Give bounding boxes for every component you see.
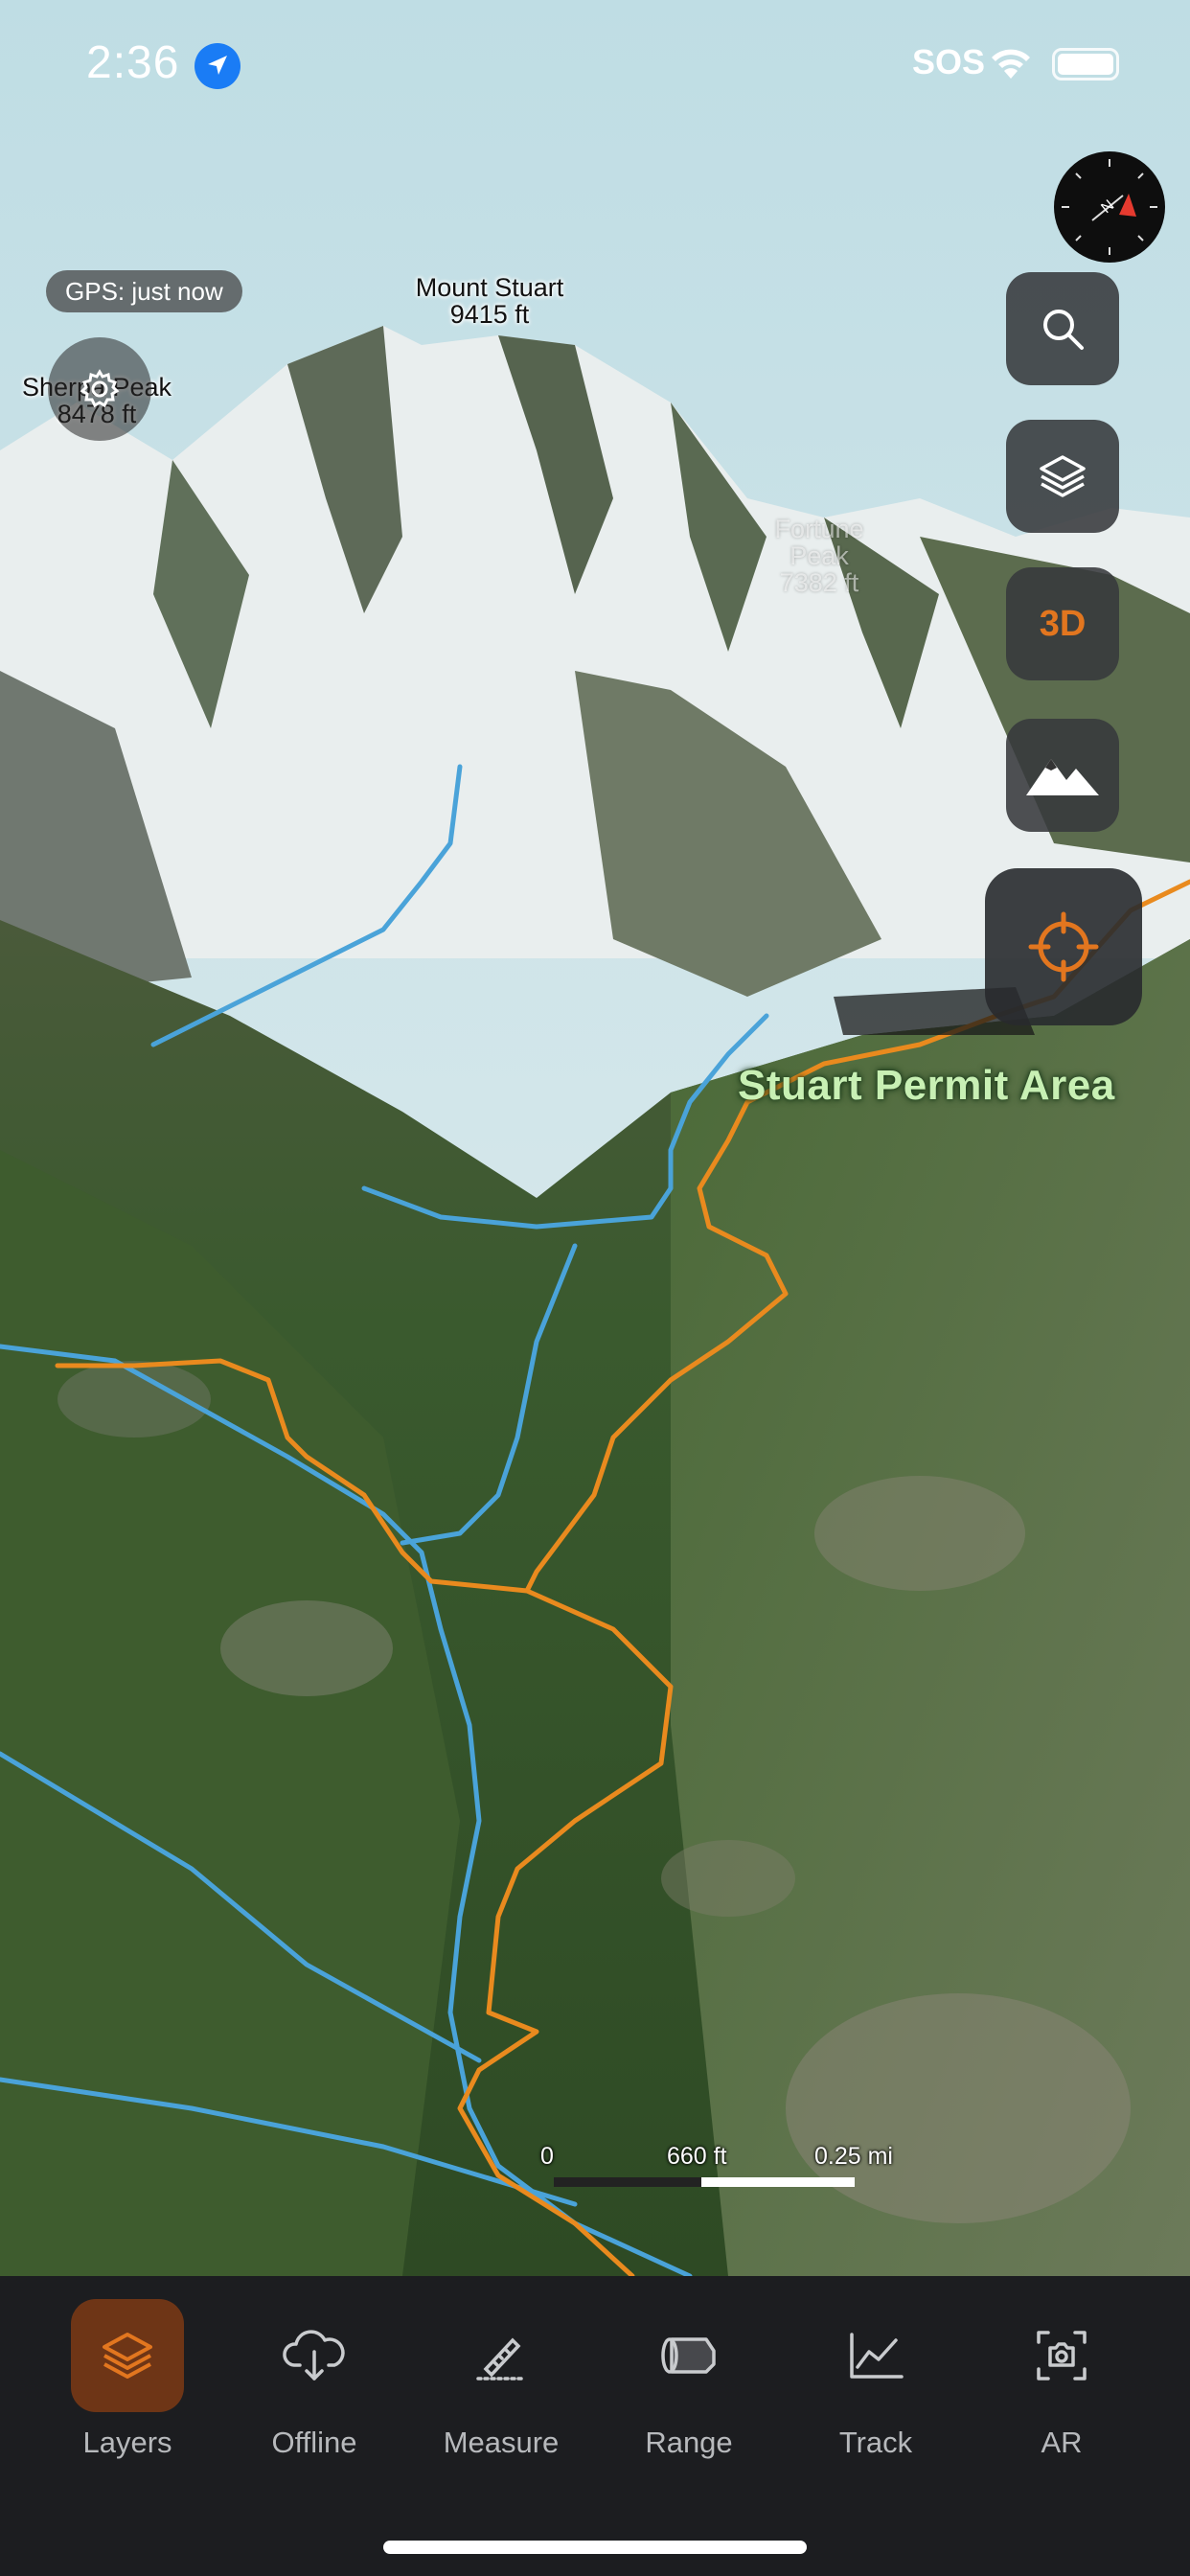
bottom-tab-bar: Layers Offline Measure Range Track AR (0, 2276, 1190, 2576)
tab-track[interactable]: Track (790, 2299, 962, 2472)
status-time: 2:36 (86, 37, 180, 88)
tab-label: Offline (271, 2426, 357, 2459)
map-view[interactable]: 2:36 SOS GPS: just now Mount Stuart 9415… (0, 0, 1190, 2276)
compass-button[interactable]: N (1054, 151, 1165, 263)
terrain-button[interactable] (1006, 719, 1119, 832)
track-chart-icon (819, 2299, 932, 2412)
peak-label-fortune-peak[interactable]: Fortune Peak 7382 ft (743, 516, 896, 596)
tab-label: Measure (443, 2426, 560, 2459)
peak-name: Fortune Peak (774, 515, 864, 570)
search-button[interactable] (1006, 272, 1119, 385)
map-layers-button[interactable] (1006, 420, 1119, 533)
peak-label-mount-stuart[interactable]: Mount Stuart 9415 ft (402, 274, 577, 328)
tab-offline[interactable]: Offline (228, 2299, 400, 2472)
mountains-icon (1026, 759, 1099, 795)
rangefinder-icon (632, 2299, 745, 2412)
gps-status-pill: GPS: just now (46, 270, 242, 312)
sos-indicator: SOS (912, 42, 986, 81)
home-indicator[interactable] (383, 2541, 807, 2554)
permit-area-label: Stuart Permit Area (738, 1062, 1115, 1109)
battery-icon (1052, 48, 1119, 80)
tab-measure[interactable]: Measure (415, 2299, 587, 2472)
location-arrow-icon (195, 43, 240, 89)
search-icon (1043, 310, 1084, 350)
layers-tab-icon (71, 2299, 184, 2412)
tab-ar[interactable]: AR (975, 2299, 1148, 2472)
cloud-download-icon (258, 2299, 371, 2412)
locate-me-button[interactable] (985, 868, 1142, 1025)
tab-label: Track (838, 2426, 913, 2459)
scale-segment-light (701, 2177, 855, 2187)
layers-icon (1040, 455, 1086, 497)
scale-segment-dark (554, 2177, 701, 2187)
peak-name: Mount Stuart (415, 273, 564, 302)
scale-bar: 0 660 ft 0.25 mi (537, 2143, 920, 2200)
scale-end: 0.25 mi (814, 2143, 893, 2170)
tab-layers[interactable]: Layers (41, 2299, 214, 2472)
tab-label: Range (645, 2426, 733, 2459)
tab-label: AR (1041, 2426, 1083, 2459)
compass-icon: N (1062, 159, 1157, 255)
toggle-3d-button[interactable]: 3D (1006, 567, 1119, 680)
tab-label: Layers (82, 2426, 172, 2459)
ruler-icon (445, 2299, 558, 2412)
peak-elevation: 7382 ft (779, 568, 859, 597)
scale-mid: 660 ft (667, 2143, 727, 2170)
wifi-icon (992, 49, 1030, 79)
gear-icon (80, 369, 120, 408)
scale-zero: 0 (540, 2143, 554, 2170)
status-bar: 2:36 SOS (0, 0, 1190, 134)
settings-button[interactable] (48, 337, 151, 441)
crosshair-icon (1028, 911, 1099, 982)
peak-elevation: 9415 ft (449, 300, 530, 329)
toggle-3d-label: 3D (1039, 603, 1087, 644)
tab-range[interactable]: Range (603, 2299, 775, 2472)
camera-ar-icon (1005, 2299, 1118, 2412)
